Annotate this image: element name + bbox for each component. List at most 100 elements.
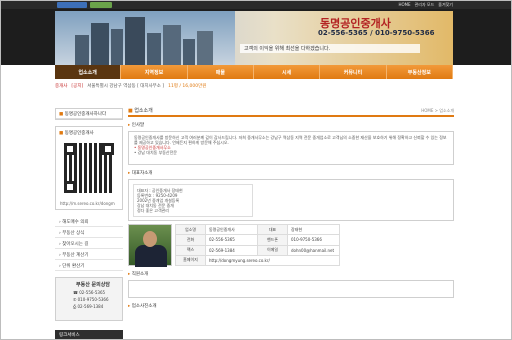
building-graphic: [163, 25, 181, 65]
ticker-prefix: 중개사: [55, 84, 68, 89]
table-cell: 업소명: [175, 223, 206, 236]
rep-card-inner: 대표자 : 공인중개사 장태현 등록번호 : 9250-4209 2002년 중…: [133, 184, 253, 217]
office-table: 업소명 동명공인중개사 대표 장태현 전화 02-556-5365 핸드폰 01…: [175, 223, 340, 267]
header-phones: 02-556-5365 / 010-9750-5366: [318, 29, 435, 37]
sidebar-item-knowledge[interactable]: › 부동산 상식: [55, 227, 123, 238]
contact-box: 부동산 문의상담 ☎ 02-556-5365 ✆ 010-9750-5366 ⎙…: [55, 277, 123, 321]
section-intro-title: ▸ 인사말: [128, 122, 454, 128]
nav-item-community[interactable]: 커뮤니티: [320, 65, 387, 79]
contact-tel-value: 02-556-5365: [79, 290, 106, 295]
section-photo-title-text: 업소사진소개: [131, 304, 157, 309]
table-cell: 010-9750-5366: [287, 234, 340, 246]
table-row: 업소명 동명공인중개사 대표 장태현: [175, 223, 340, 236]
table-row: 팩스 02-569-1384 이메일 dohn00@hanmail.net: [175, 244, 340, 256]
building-graphic: [111, 29, 123, 65]
section-staff-title: ▸ 직원소개: [128, 271, 454, 277]
contact-tel: ☎ 02-556-5365: [73, 290, 106, 295]
sidebar-item-calculator[interactable]: › 부동산 계산기: [55, 249, 123, 260]
office-info: 업소명 동명공인중개사 대표 장태현 전화 02-556-5365 핸드폰 01…: [128, 223, 454, 267]
sidebar-item-request[interactable]: › 해도매수 의뢰: [55, 216, 123, 227]
contact-fax-value: 02-569-1384: [77, 304, 104, 309]
main-content: ■ 업소소개 HOME > 업소소개 ▸ 인사말 동명공인중개사를 방문하신 고…: [128, 108, 454, 309]
section-photo-title: ▸ 업소사진소개: [128, 303, 454, 309]
main-nav: 업소소개 지역정보 매물 시세 커뮤니티 부동산정보: [55, 65, 453, 79]
qr-url[interactable]: http://m.sereo.co.kr/dongm: [60, 201, 115, 206]
sidebar-title-text: 동명공인중개사하나다: [64, 112, 107, 117]
table-row: 홈페이지 http://dongmyung.sereo.co.kr/: [175, 254, 340, 267]
rep-photo: [128, 224, 172, 267]
table-cell: 02-556-5365: [205, 234, 258, 246]
building-graphic: [125, 17, 145, 65]
link-service-box[interactable]: 링크서비스: [55, 330, 123, 339]
breadcrumb[interactable]: HOME > 업소소개: [421, 108, 454, 114]
rep-card: 대표자 : 공인중개사 장태현 등록번호 : 9250-4209 2002년 중…: [128, 179, 454, 221]
intro-foot: • 강남 대치동 부동산전문: [134, 150, 177, 155]
contact-mobile: ✆ 010-9750-5366: [73, 297, 109, 302]
top-link-bookmark[interactable]: 즐겨찾기: [438, 2, 453, 8]
sidebar-item-directions[interactable]: › 찾아오시는 길: [55, 238, 123, 249]
homepage-link[interactable]: http://dongmyung.sereo.co.kr/: [205, 254, 340, 267]
top-bar: HOME 관리자 모드 즐겨찾기: [1, 1, 511, 9]
ticker-text: 서울특별시 강남구 역삼동 [ 대치사무소 ]: [87, 84, 165, 89]
ticker-tag: [공지]: [71, 84, 84, 89]
top-links: HOME 관리자 모드 즐겨찾기: [398, 2, 453, 8]
bullet-icon: ▸: [128, 123, 131, 128]
photo-suit: [135, 245, 167, 267]
building-graphic: [75, 35, 89, 65]
rep-line: 정다 좋은 고객관리: [137, 208, 169, 213]
bullet-icon: ■: [59, 112, 64, 117]
intro-box: 동명공인중개사를 방문하신 고객 여러분께 깊이 감사드립니다. 저희 중개사무…: [128, 131, 454, 165]
email-link[interactable]: dohn00@hanmail.net: [287, 244, 340, 256]
portal-logo[interactable]: [57, 2, 87, 8]
nav-item-about[interactable]: 업소소개: [55, 65, 122, 79]
bullet-icon: ▸: [128, 272, 131, 277]
table-cell: 팩스: [175, 244, 206, 256]
bullet-icon: ■: [59, 131, 64, 136]
building-graphic: [183, 39, 195, 65]
sidebar-item-label: 해도매수 의뢰: [62, 220, 89, 225]
table-row: 전화 02-556-5365 핸드폰 010-9750-5366: [175, 234, 340, 246]
photo-face: [143, 231, 157, 247]
nav-item-info[interactable]: 부동산정보: [387, 65, 453, 79]
nav-item-listings[interactable]: 매물: [188, 65, 254, 79]
building-graphic: [197, 31, 213, 65]
sidebar-item-converter[interactable]: › 단위 환산기: [55, 260, 123, 271]
qr-corner: [64, 181, 76, 193]
nav-item-region[interactable]: 지역정보: [121, 65, 188, 79]
partner-logo[interactable]: [90, 2, 112, 8]
contact-title: 부동산 문의상담: [76, 282, 110, 288]
sidebar-menu: › 해도매수 의뢰 › 부동산 상식 › 찾아오시는 길 › 부동산 계산기 ›…: [55, 216, 123, 271]
sidebar-item-label: 부동산 상식: [62, 231, 85, 236]
qr-corner: [64, 143, 76, 155]
listing-ticker[interactable]: 중개사 [공지] 서울특별시 강남구 역삼동 [ 대치사무소 ] 11평 / 1…: [55, 81, 453, 91]
section-intro-title-text: 인사말: [131, 123, 145, 128]
sidebar-title: ■ 동명공인중개사하나다: [56, 109, 122, 119]
sidebar-item-label: 찾아오시는 길: [62, 242, 89, 247]
table-cell: 대표: [257, 223, 288, 236]
bullet-icon: ▸: [128, 304, 131, 309]
qr-code[interactable]: [64, 143, 114, 193]
table-cell: 02-569-1384: [205, 244, 258, 256]
building-graphic: [91, 23, 109, 65]
table-cell: 이메일: [257, 244, 288, 256]
bullet-icon: ■: [128, 108, 133, 114]
bullet-icon: ▸: [128, 171, 131, 176]
section-staff-title-text: 직원소개: [131, 272, 149, 277]
intro-text: 동명공인중개사를 방문하신 고객 여러분께 깊이 감사드립니다. 저희 중개사무…: [134, 135, 447, 145]
top-link-home[interactable]: HOME: [398, 2, 410, 8]
nav-item-prices[interactable]: 시세: [254, 65, 321, 79]
table-cell: 전화: [175, 234, 206, 246]
table-cell: 장태현: [287, 223, 340, 236]
contact-fax: ⎙ 02-569-1384: [73, 304, 104, 309]
top-link-admin[interactable]: 관리자 모드: [415, 2, 435, 8]
table-cell: 동명공인중개사: [205, 223, 258, 236]
qr-label-text: 동명공인중개사: [64, 131, 94, 136]
building-graphic: [147, 33, 161, 65]
ticker-price: 11평 / 16,000만원: [168, 84, 207, 89]
table-cell: 홈페이지: [175, 254, 206, 267]
page-title: ■ 업소소개: [128, 107, 153, 114]
sidebar-title-box: ■ 동명공인중개사하나다: [55, 108, 123, 120]
qr-box: ■ 동명공인중개사 http://m.sereo.co.kr/dongm: [55, 126, 123, 210]
table-cell: 핸드폰: [257, 234, 288, 246]
page-title-text: 업소소개: [134, 108, 153, 114]
